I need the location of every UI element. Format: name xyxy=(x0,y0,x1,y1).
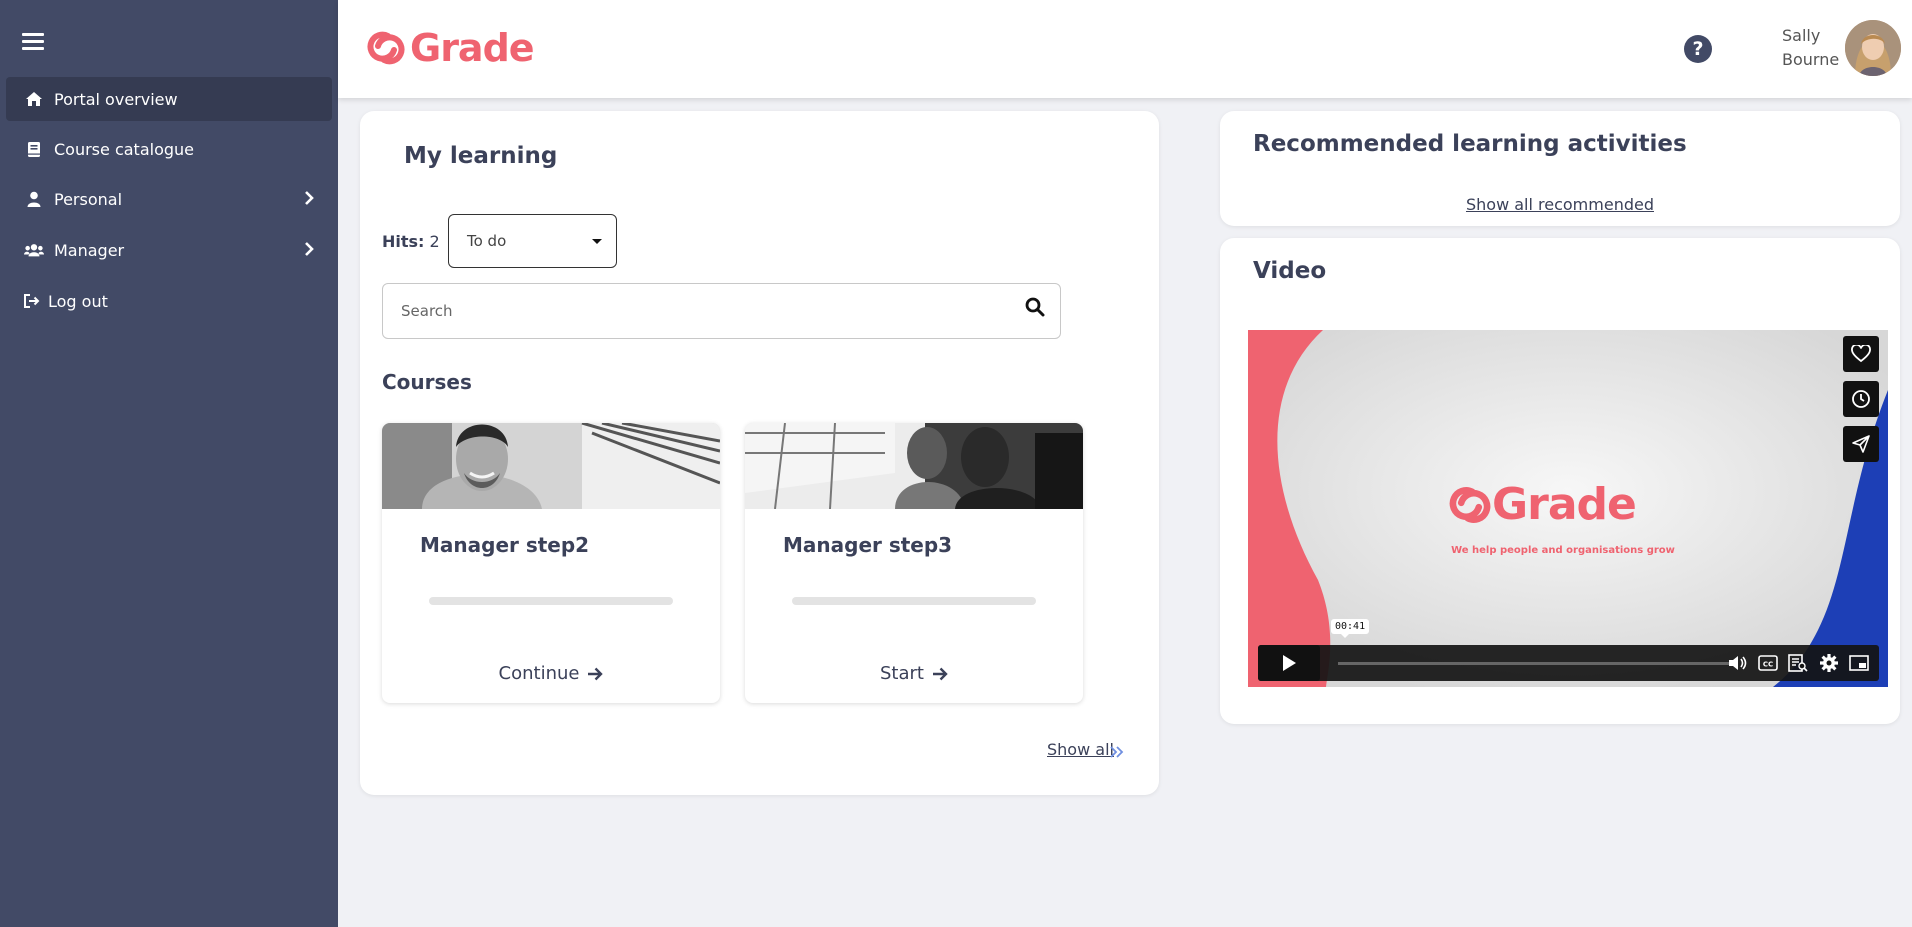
start-button[interactable]: Start xyxy=(745,663,1083,684)
picture-in-picture-icon xyxy=(1849,655,1869,671)
sidebar-item-label: Manager xyxy=(54,240,125,260)
sidebar-item-manager[interactable]: Manager xyxy=(6,228,332,272)
transcript-button[interactable] xyxy=(1788,653,1808,673)
recommended-card: Recommended learning activities Show all… xyxy=(1220,111,1900,226)
help-icon[interactable]: ? xyxy=(1684,35,1712,63)
course-card[interactable]: Manager step3 Start xyxy=(745,423,1083,703)
users-icon xyxy=(24,240,44,260)
settings-button[interactable] xyxy=(1819,653,1839,673)
video-logo-text: Grade xyxy=(1492,479,1637,530)
video-logo: Grade xyxy=(1448,479,1637,530)
video-controls: 00:41 CC xyxy=(1258,619,1879,681)
status-filter-value: To do xyxy=(467,232,507,250)
grade-logo-mark-icon xyxy=(367,31,405,65)
picture-in-picture-button[interactable] xyxy=(1849,653,1869,673)
hits-label: Hits: xyxy=(382,232,425,251)
arrow-right-icon xyxy=(588,667,604,680)
send-icon xyxy=(1852,435,1870,453)
user-last-name: Bourne xyxy=(1782,50,1840,69)
user-icon xyxy=(24,189,44,209)
hits-count: Hits: 2 xyxy=(382,232,440,251)
recommended-title: Recommended learning activities xyxy=(1253,131,1687,157)
chevron-right-icon xyxy=(304,241,314,261)
sidebar-item-label: Course catalogue xyxy=(54,139,194,159)
sidebar-item-personal[interactable]: Personal xyxy=(6,177,332,221)
course-image xyxy=(745,423,1083,509)
course-title: Manager step3 xyxy=(783,533,953,557)
sidebar-item-label: Log out xyxy=(48,291,108,311)
double-chevron-right-icon[interactable] xyxy=(1110,743,1124,762)
logo-text: Grade xyxy=(410,26,535,70)
heart-icon xyxy=(1851,345,1871,363)
sidebar-item-label: Portal overview xyxy=(54,89,178,109)
video-card: Video Grade We help people and organisat… xyxy=(1220,238,1900,724)
captions-button[interactable]: CC xyxy=(1758,653,1778,673)
course-title: Manager step2 xyxy=(420,533,590,557)
course-action-label: Continue xyxy=(498,663,580,684)
volume-icon xyxy=(1729,656,1747,670)
svg-text:CC: CC xyxy=(1763,661,1773,669)
video-player[interactable]: Grade We help people and organisations g… xyxy=(1248,330,1888,687)
grade-logo-mark-icon xyxy=(1449,487,1491,523)
avatar[interactable] xyxy=(1845,20,1901,76)
closed-captions-icon: CC xyxy=(1758,655,1778,671)
clock-icon xyxy=(1852,390,1870,408)
share-button[interactable] xyxy=(1843,426,1879,462)
video-time-tooltip: 00:41 xyxy=(1331,619,1370,638)
caret-down-icon xyxy=(592,239,602,244)
sidebar-item-portal-overview[interactable]: Portal overview xyxy=(6,77,332,121)
sidebar-item-label: Personal xyxy=(54,189,123,209)
sign-out-icon xyxy=(22,291,42,311)
course-image xyxy=(382,423,720,509)
hits-value: 2 xyxy=(429,232,440,251)
user-first-name: Sally xyxy=(1782,26,1821,45)
watch-later-button[interactable] xyxy=(1843,381,1879,417)
search-icon[interactable] xyxy=(1025,297,1045,321)
like-button[interactable] xyxy=(1843,336,1879,372)
chevron-right-icon xyxy=(304,190,314,210)
user-name[interactable]: Sally Bourne xyxy=(1782,24,1839,72)
status-filter-select[interactable]: To do xyxy=(448,214,617,268)
course-card[interactable]: Manager step2 Continue xyxy=(382,423,720,703)
sidebar: Portal overview Course catalogue Persona… xyxy=(0,0,338,927)
play-button[interactable] xyxy=(1258,645,1320,681)
book-icon xyxy=(24,139,44,159)
courses-section-title: Courses xyxy=(382,370,472,394)
sidebar-item-log-out[interactable]: Log out xyxy=(6,279,332,323)
arrow-right-icon xyxy=(932,667,948,680)
my-learning-title: My learning xyxy=(404,143,558,169)
video-title: Video xyxy=(1253,258,1327,284)
play-icon xyxy=(1283,655,1296,671)
video-tagline: We help people and organisations grow xyxy=(1451,545,1675,556)
grade-logo[interactable]: Grade xyxy=(366,26,535,70)
volume-button[interactable] xyxy=(1728,653,1748,673)
top-header: Grade ? Sally Bourne xyxy=(338,0,1912,98)
show-all-recommended-link[interactable]: Show all recommended xyxy=(1220,195,1900,214)
avatar-photo xyxy=(1845,20,1901,76)
transcript-icon xyxy=(1788,654,1808,672)
my-learning-card: My learning Hits: 2 To do Courses Manage… xyxy=(360,111,1159,795)
continue-button[interactable]: Continue xyxy=(382,663,720,684)
search-input[interactable] xyxy=(382,283,1061,339)
course-progress-bar xyxy=(429,597,673,605)
sidebar-item-course-catalogue[interactable]: Course catalogue xyxy=(6,127,332,171)
show-all-link[interactable]: Show all xyxy=(1047,740,1114,759)
course-progress-bar xyxy=(792,597,1036,605)
home-icon xyxy=(24,89,44,109)
course-action-label: Start xyxy=(880,663,924,684)
video-seek-bar[interactable] xyxy=(1338,662,1733,665)
menu-toggle-icon[interactable] xyxy=(22,33,44,51)
gear-icon xyxy=(1820,654,1838,672)
